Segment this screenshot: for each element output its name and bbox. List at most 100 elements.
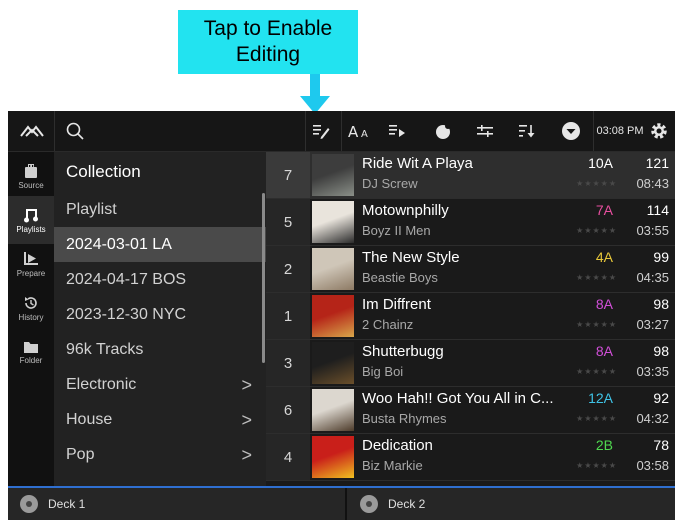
deck-disc-icon [20, 495, 38, 513]
track-key: 4A [595, 249, 613, 265]
track-bpm: 114 [646, 202, 669, 218]
history-icon [25, 296, 37, 309]
rail-item-prepare[interactable]: Prepare [8, 240, 54, 288]
track-row[interactable]: 2 The New Style Beastie Boys 4A ★★★★★ 99… [266, 246, 675, 293]
track-key: 7A [595, 202, 613, 218]
track-bpm: 98 [653, 296, 669, 312]
track-key: 12A [588, 390, 613, 406]
callout-line-1: Tap to Enable [203, 17, 333, 40]
track-bpm: 98 [653, 343, 669, 359]
playlist-item-2024-04-17-bos[interactable]: 2024-04-17 BOS [54, 262, 266, 297]
settings-gear-icon[interactable] [645, 111, 673, 151]
playlist-folder-house[interactable]: House > [54, 402, 266, 437]
album-art [312, 154, 354, 196]
track-bpm: 92 [653, 390, 669, 406]
deck-label: Deck 1 [48, 497, 86, 511]
track-number: 2 [266, 246, 310, 292]
rail-label-playlists: Playlists [16, 224, 46, 234]
track-title: Dedication [362, 437, 433, 454]
track-row[interactable]: 4 Dedication Biz Markie 2B ★★★★★ 78 03:5… [266, 434, 675, 481]
collection-header[interactable]: Collection [54, 154, 266, 189]
rail-label-history: History [18, 312, 44, 322]
track-time: 04:32 [636, 411, 669, 426]
track-title: Ride Wit A Playa [362, 155, 473, 172]
track-row[interactable]: 3 Shutterbugg Big Boi 8A ★★★★★ 98 03:35 [266, 340, 675, 387]
album-art [312, 389, 354, 431]
playlist-item-label: Playlist [66, 200, 117, 218]
playlist-item-playlist[interactable]: Playlist [54, 192, 266, 227]
playlist-item-2023-12-30-nyc[interactable]: 2023-12-30 NYC [54, 297, 266, 332]
edit-pencil-icon[interactable] [306, 111, 336, 151]
dropdown-icon[interactable] [556, 111, 586, 151]
album-art [312, 248, 354, 290]
tap-to-enable-editing-callout: Tap to Enable Editing [178, 10, 358, 74]
playlist-item-label: 2024-03-01 LA [66, 235, 172, 253]
source-icon [25, 163, 37, 178]
track-row[interactable]: 7 Ride Wit A Playa DJ Screw 10A ★★★★★ 12… [266, 152, 675, 199]
rail-item-source[interactable]: Source [8, 152, 54, 200]
track-key: 8A [595, 296, 613, 312]
track-artist: Big Boi [362, 364, 404, 379]
rail-item-folder[interactable]: Folder [8, 328, 54, 376]
track-time: 03:27 [636, 317, 669, 332]
deck-2[interactable]: Deck 2 [360, 488, 425, 520]
clock: 03:08 PM [596, 125, 644, 137]
track-title: Motownphilly [362, 202, 449, 219]
track-row[interactable]: 1 Im Diffrent 2 Chainz 8A ★★★★★ 98 03:27 [266, 293, 675, 340]
track-title: The New Style [362, 249, 460, 266]
track-rating[interactable]: ★★★★★ [576, 367, 617, 376]
track-number: 6 [266, 387, 310, 433]
playlist-item-96k-tracks[interactable]: 96k Tracks [54, 332, 266, 367]
track-title: Woo Hah!! Got You All in C... [362, 390, 554, 407]
rail-item-history[interactable]: History [8, 284, 54, 332]
add-to-queue-icon[interactable] [382, 111, 412, 151]
track-number: 5 [266, 199, 310, 245]
rail-label-source: Source [18, 180, 44, 190]
music-note-icon [24, 208, 38, 222]
search-icon[interactable] [60, 111, 90, 151]
logo-icon[interactable] [14, 111, 50, 151]
chevron-right-icon: > [241, 375, 252, 395]
track-time: 03:35 [636, 364, 669, 379]
rail-label-folder: Folder [19, 355, 43, 365]
prep-icon[interactable] [428, 111, 458, 151]
track-number: 3 [266, 340, 310, 386]
track-rating[interactable]: ★★★★★ [576, 179, 617, 188]
track-number: 4 [266, 434, 310, 480]
callout-line-2: Editing [235, 43, 301, 66]
playlist-scrollbar[interactable] [262, 193, 265, 363]
playlist-item-label: 2023-12-30 NYC [66, 305, 187, 323]
playlist-item-label: 2024-04-17 BOS [66, 270, 187, 288]
font-size-icon[interactable]: AA [344, 111, 378, 151]
playlist-folder-electronic[interactable]: Electronic > [54, 367, 266, 402]
track-artist: DJ Screw [362, 176, 418, 191]
track-time: 03:58 [636, 458, 669, 473]
playlist-item-label: Electronic [66, 375, 137, 393]
track-key: 8A [595, 343, 613, 359]
deck-1[interactable]: Deck 1 [20, 488, 85, 520]
track-artist: Busta Rhymes [362, 411, 447, 426]
track-rating[interactable]: ★★★★★ [576, 226, 617, 235]
track-rating[interactable]: ★★★★★ [576, 320, 617, 329]
track-number: 1 [266, 293, 310, 339]
playlist-item-label: House [66, 410, 113, 428]
rail-label-prepare: Prepare [16, 268, 46, 278]
deck-label: Deck 2 [388, 497, 426, 511]
track-row[interactable]: 5 Motownphilly Boyz II Men 7A ★★★★★ 114 … [266, 199, 675, 246]
source-rail: Source Playlists Prepare History Folder [8, 152, 54, 486]
track-rating[interactable]: ★★★★★ [576, 461, 617, 470]
track-bpm: 99 [653, 249, 669, 265]
track-row[interactable]: 6 Woo Hah!! Got You All in C... Busta Rh… [266, 387, 675, 434]
folder-icon [24, 341, 38, 353]
track-rating[interactable]: ★★★★★ [576, 414, 617, 423]
chevron-right-icon: > [241, 445, 252, 465]
track-number: 7 [266, 152, 310, 198]
filter-icon[interactable] [470, 111, 500, 151]
playlist-item-2024-03-01-la[interactable]: 2024-03-01 LA [54, 227, 266, 262]
chevron-right-icon: > [241, 410, 252, 430]
playlist-folder-pop[interactable]: Pop > [54, 437, 266, 472]
track-rating[interactable]: ★★★★★ [576, 273, 617, 282]
sort-icon[interactable] [512, 111, 542, 151]
track-time: 03:55 [636, 223, 669, 238]
rail-item-playlists[interactable]: Playlists [8, 196, 54, 244]
